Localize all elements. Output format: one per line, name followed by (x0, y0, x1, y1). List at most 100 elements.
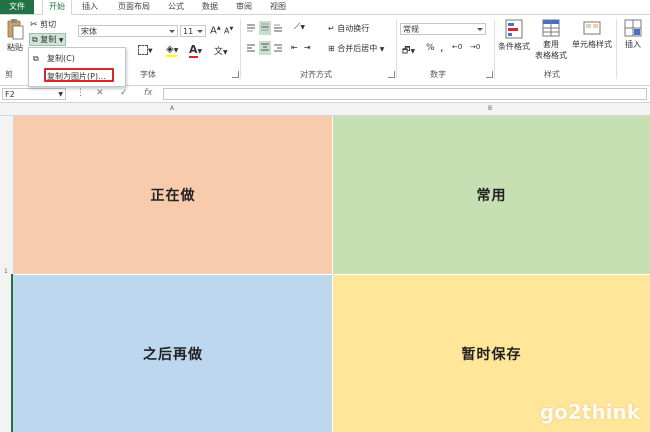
font-dialog-launcher-icon[interactable] (232, 71, 239, 78)
table-format-icon (542, 19, 560, 37)
cancel-icon[interactable]: ✕ (96, 88, 104, 98)
column-header-b[interactable]: B (488, 103, 492, 115)
font-color-button[interactable]: A▼ (189, 43, 202, 58)
chevron-down-icon: ▼ (300, 24, 305, 31)
align-right-icon (274, 44, 282, 52)
phonetic-icon: 文 (214, 47, 224, 57)
chevron-down-icon: ▼ (148, 47, 153, 55)
increase-decimal-button[interactable]: ←0 (452, 43, 462, 51)
grow-font-button[interactable]: A▲ (210, 25, 221, 36)
cell-styles-icon (583, 21, 601, 35)
cell-text: 暂时保存 (461, 346, 522, 363)
tab-view[interactable]: 视图 (264, 0, 292, 14)
number-group-label: 数字 (430, 70, 446, 79)
fill-color-icon: ◈ (166, 44, 174, 55)
wrap-text-icon: ↵ (328, 24, 335, 33)
format-as-table-label-1: 套用 (543, 40, 559, 49)
insert-function-icon[interactable]: fx (144, 88, 153, 98)
cell-do-later[interactable]: 之后再做 (14, 275, 332, 432)
wrap-text-label: 自动换行 (337, 24, 370, 33)
border-button[interactable]: ▼ (138, 45, 153, 55)
font-size-combo[interactable]: 11 (180, 25, 206, 37)
insert-cells-label: 插入 (625, 40, 641, 49)
fill-color-button[interactable]: ◈▼ (166, 44, 179, 57)
cell-text: 正在做 (150, 188, 196, 204)
insert-cells-button[interactable]: 插入 (620, 19, 646, 50)
insert-cells-icon (624, 19, 642, 37)
column-header-bar: A B (0, 103, 650, 116)
name-box[interactable]: F2 ▼ (2, 88, 66, 100)
chevron-down-icon (197, 30, 203, 33)
cell-common[interactable]: 常用 (333, 116, 650, 274)
chevron-down-icon[interactable]: ▼ (59, 37, 64, 44)
number-dialog-launcher-icon[interactable] (486, 71, 493, 78)
font-color-icon: A (189, 43, 198, 56)
align-right-button[interactable] (273, 43, 283, 55)
conditional-format-label: 条件格式 (498, 42, 530, 51)
format-as-table-label-2: 表格格式 (535, 51, 567, 60)
indent-increase-icon: ⇥ (304, 43, 311, 52)
tab-data[interactable]: 数据 (196, 0, 224, 14)
phonetic-button[interactable]: 文▼ (214, 44, 228, 57)
chevron-down-icon: ▼ (173, 47, 179, 54)
column-header-a[interactable]: A (170, 103, 174, 115)
alignment-group-label: 对齐方式 (300, 70, 332, 79)
tab-home[interactable]: 开始 (42, 0, 72, 15)
alignment-dialog-launcher-icon[interactable] (388, 71, 395, 78)
formula-bar: F2 ▼ ⋮ ✕ ✓ fx (0, 86, 650, 103)
merge-center-button[interactable]: ⊞ 合并后居中 ▼ (328, 43, 384, 54)
cell-styles-button[interactable]: 单元格样式 (570, 19, 614, 50)
chevron-down-icon: ▼ (223, 49, 228, 56)
menu-item-copy[interactable]: 复制(C) (47, 53, 75, 64)
conditional-format-button[interactable]: 条件格式 (496, 19, 532, 52)
indent-decrease-button[interactable]: ⇤ (291, 43, 298, 52)
shrink-font-button[interactable]: A▼ (224, 26, 233, 36)
paste-label: 粘贴 (7, 43, 23, 52)
group-divider (240, 19, 241, 79)
align-top-button[interactable] (246, 23, 256, 35)
tab-file[interactable]: 文件 (0, 0, 34, 14)
wrap-text-button[interactable]: ↵ 自动换行 (328, 23, 369, 34)
decrease-decimal-icon: →0 (470, 43, 481, 51)
font-group-label: 字体 (140, 70, 156, 79)
format-as-table-button[interactable]: 套用 表格格式 (533, 19, 569, 61)
align-left-button[interactable] (246, 43, 256, 55)
merge-icon: ⊞ (328, 44, 335, 53)
align-middle-icon (261, 23, 269, 31)
indent-increase-button[interactable]: ⇥ (304, 43, 311, 52)
comma-button[interactable]: , (440, 41, 444, 54)
tab-page-layout[interactable]: 页面布局 (112, 0, 156, 14)
group-divider (494, 19, 495, 79)
ribbon-tab-bar: 文件 开始 插入 页面布局 公式 数据 审阅 视图 (0, 0, 650, 15)
align-center-button[interactable] (259, 41, 271, 55)
tab-review[interactable]: 审阅 (230, 0, 258, 14)
orientation-button[interactable]: ⟋▼ (294, 22, 305, 32)
tab-formulas[interactable]: 公式 (162, 0, 190, 14)
formula-input[interactable] (163, 88, 647, 100)
percent-button[interactable]: % (426, 43, 435, 53)
row-header-1[interactable]: 1 (4, 268, 8, 275)
enter-icon[interactable]: ✓ (120, 88, 128, 98)
copy-button[interactable]: ⧉ 复制 ▼ (29, 33, 67, 46)
decrease-decimal-button[interactable]: →0 (470, 43, 480, 51)
border-icon (138, 45, 148, 55)
font-name-combo[interactable]: 宋体 (78, 25, 178, 37)
align-middle-button[interactable] (259, 21, 271, 35)
cut-label: 剪切 (40, 20, 57, 29)
tab-insert[interactable]: 插入 (76, 0, 104, 14)
align-top-icon (247, 24, 255, 32)
font-size-value: 11 (183, 27, 194, 36)
paste-button[interactable]: 粘贴 (4, 18, 26, 53)
cell-doing-now[interactable]: 正在做 (14, 116, 332, 274)
copy-dropdown-menu: ⧉ 复制(C) 复制为图片(P)... (28, 47, 126, 87)
merge-center-label: 合并后居中 (337, 44, 378, 53)
currency-button[interactable]: 🗗▼ (402, 43, 415, 59)
group-divider (616, 19, 617, 79)
number-format-combo[interactable]: 常规 (400, 23, 486, 35)
row-header-bar: 1 (0, 116, 14, 432)
align-bottom-button[interactable] (273, 23, 283, 35)
font-name-value: 宋体 (81, 27, 97, 36)
cut-button[interactable]: ✂ 剪切 (30, 19, 56, 30)
copy-menu-icon: ⧉ (33, 54, 39, 63)
watermark: go2think (539, 400, 640, 424)
